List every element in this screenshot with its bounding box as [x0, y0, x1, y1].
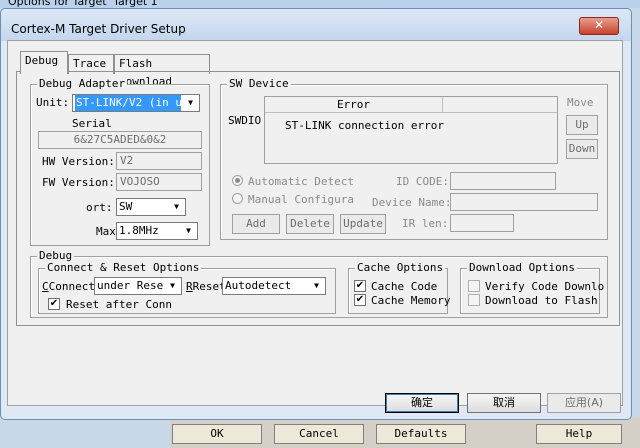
checkmark-icon: ✔: [355, 280, 365, 291]
connect-reset-label: Connect & Reset Options: [45, 261, 202, 275]
connect-select[interactable]: under Reset ▼: [94, 277, 182, 295]
manual-configuration-label: Manual Configurati: [248, 193, 354, 206]
max-clock-select[interactable]: 1.8MHz ▼: [116, 222, 198, 240]
cache-code-checkbox[interactable]: ✔: [354, 280, 366, 292]
cancel-button[interactable]: 取消: [467, 393, 541, 413]
unit-value: ST-LINK/V2 (in use: [75, 95, 181, 111]
cache-memory-label[interactable]: Cache Memory: [371, 294, 450, 308]
sw-device-list[interactable]: Error ST-LINK connection error: [264, 96, 558, 164]
checkmark-icon: ✔: [49, 298, 59, 309]
delete-button[interactable]: Delete: [286, 214, 334, 234]
verify-code-download-label[interactable]: Verify Code Downlo: [485, 280, 604, 294]
hw-version-field: V2: [116, 152, 202, 170]
close-button[interactable]: ✕: [579, 17, 619, 35]
background-title-bar: Options for Target 'Target 1': [0, 0, 640, 8]
reset-value: Autodetect: [225, 279, 292, 292]
device-name-label: Device Name:: [372, 196, 452, 209]
port-label: ort:: [86, 201, 113, 214]
error-row[interactable]: ST-LINK connection error: [285, 119, 444, 133]
chevron-down-icon: ▼: [170, 281, 175, 290]
reset-after-conn-label[interactable]: Reset after Conn: [66, 298, 172, 312]
chevron-down-icon: ▼: [174, 202, 179, 211]
device-name-field[interactable]: [450, 193, 598, 211]
ir-len-field[interactable]: [450, 214, 514, 232]
tab-debug[interactable]: Debug: [20, 51, 68, 74]
serial-field: 6&27C5ADED&0&2: [38, 131, 202, 149]
chevron-down-icon: ▼: [188, 98, 193, 107]
port-value: SW: [119, 200, 133, 213]
error-column-header[interactable]: Error: [265, 97, 443, 113]
reset-after-conn-checkbox[interactable]: ✔: [48, 298, 60, 310]
close-icon: ✕: [593, 18, 605, 32]
extra-column-header: [443, 97, 557, 113]
automatic-detection-label: Automatic Detectio: [248, 175, 354, 188]
background-cancel-button[interactable]: Cancel: [274, 424, 364, 444]
background-help-button[interactable]: Help: [536, 424, 622, 444]
apply-button[interactable]: 应用(A): [547, 393, 621, 413]
cache-memory-checkbox[interactable]: ✔: [354, 294, 366, 306]
chevron-down-icon: ▼: [186, 226, 191, 235]
connect-label: CConnect:: [42, 280, 102, 293]
ok-button[interactable]: 确定: [385, 393, 459, 413]
move-label: Move: [567, 96, 594, 109]
download-options-label: Download Options: [467, 261, 577, 275]
add-button[interactable]: Add: [232, 214, 280, 234]
checkmark-icon: ✔: [355, 294, 365, 305]
hw-version-label: HW Version:: [42, 155, 115, 168]
update-button[interactable]: Update: [340, 214, 386, 234]
move-down-button[interactable]: Down: [566, 139, 598, 159]
fw-version-field: VOJOSO: [116, 173, 202, 191]
manual-configuration-radio[interactable]: [232, 193, 243, 204]
serial-label: Serial: [72, 117, 112, 130]
dialog-title-bar: Cortex-M Target Driver Setup ✕: [1, 9, 631, 41]
background-defaults-button[interactable]: Defaults: [376, 424, 466, 444]
connect-value: under Reset: [97, 279, 163, 292]
download-to-flash-checkbox[interactable]: [468, 294, 480, 306]
chevron-down-icon: ▼: [314, 281, 319, 290]
debug-adapter-label: Debug Adapter: [37, 77, 128, 91]
id-code-label: ID CODE:: [396, 175, 449, 188]
download-to-flash-label[interactable]: Download to Flash: [485, 294, 598, 308]
background-title: Options for Target 'Target 1': [8, 0, 161, 8]
max-clock-label: Max: [96, 225, 116, 238]
move-up-button[interactable]: Up: [566, 115, 598, 135]
unit-select[interactable]: ST-LINK/V2 (in use ▼: [72, 94, 200, 112]
port-select[interactable]: SW ▼: [116, 198, 186, 216]
cache-options-label: Cache Options: [355, 261, 446, 275]
unit-label: Unit:: [36, 96, 70, 109]
cache-code-label[interactable]: Cache Code: [371, 280, 437, 294]
automatic-detection-radio[interactable]: [232, 175, 243, 186]
max-clock-value: 1.8MHz: [119, 224, 159, 237]
fw-version-label: FW Version:: [42, 176, 115, 189]
ir-len-label: IR len:: [402, 217, 449, 230]
verify-code-download-checkbox[interactable]: [468, 280, 480, 292]
sw-device-label: SW Device: [227, 77, 291, 91]
dialog-title: Cortex-M Target Driver Setup: [11, 22, 186, 36]
reset-select[interactable]: Autodetect ▼: [222, 277, 326, 295]
id-code-field[interactable]: [450, 172, 556, 190]
swdio-label: SWDIO: [228, 114, 262, 127]
background-ok-button[interactable]: OK: [172, 424, 262, 444]
